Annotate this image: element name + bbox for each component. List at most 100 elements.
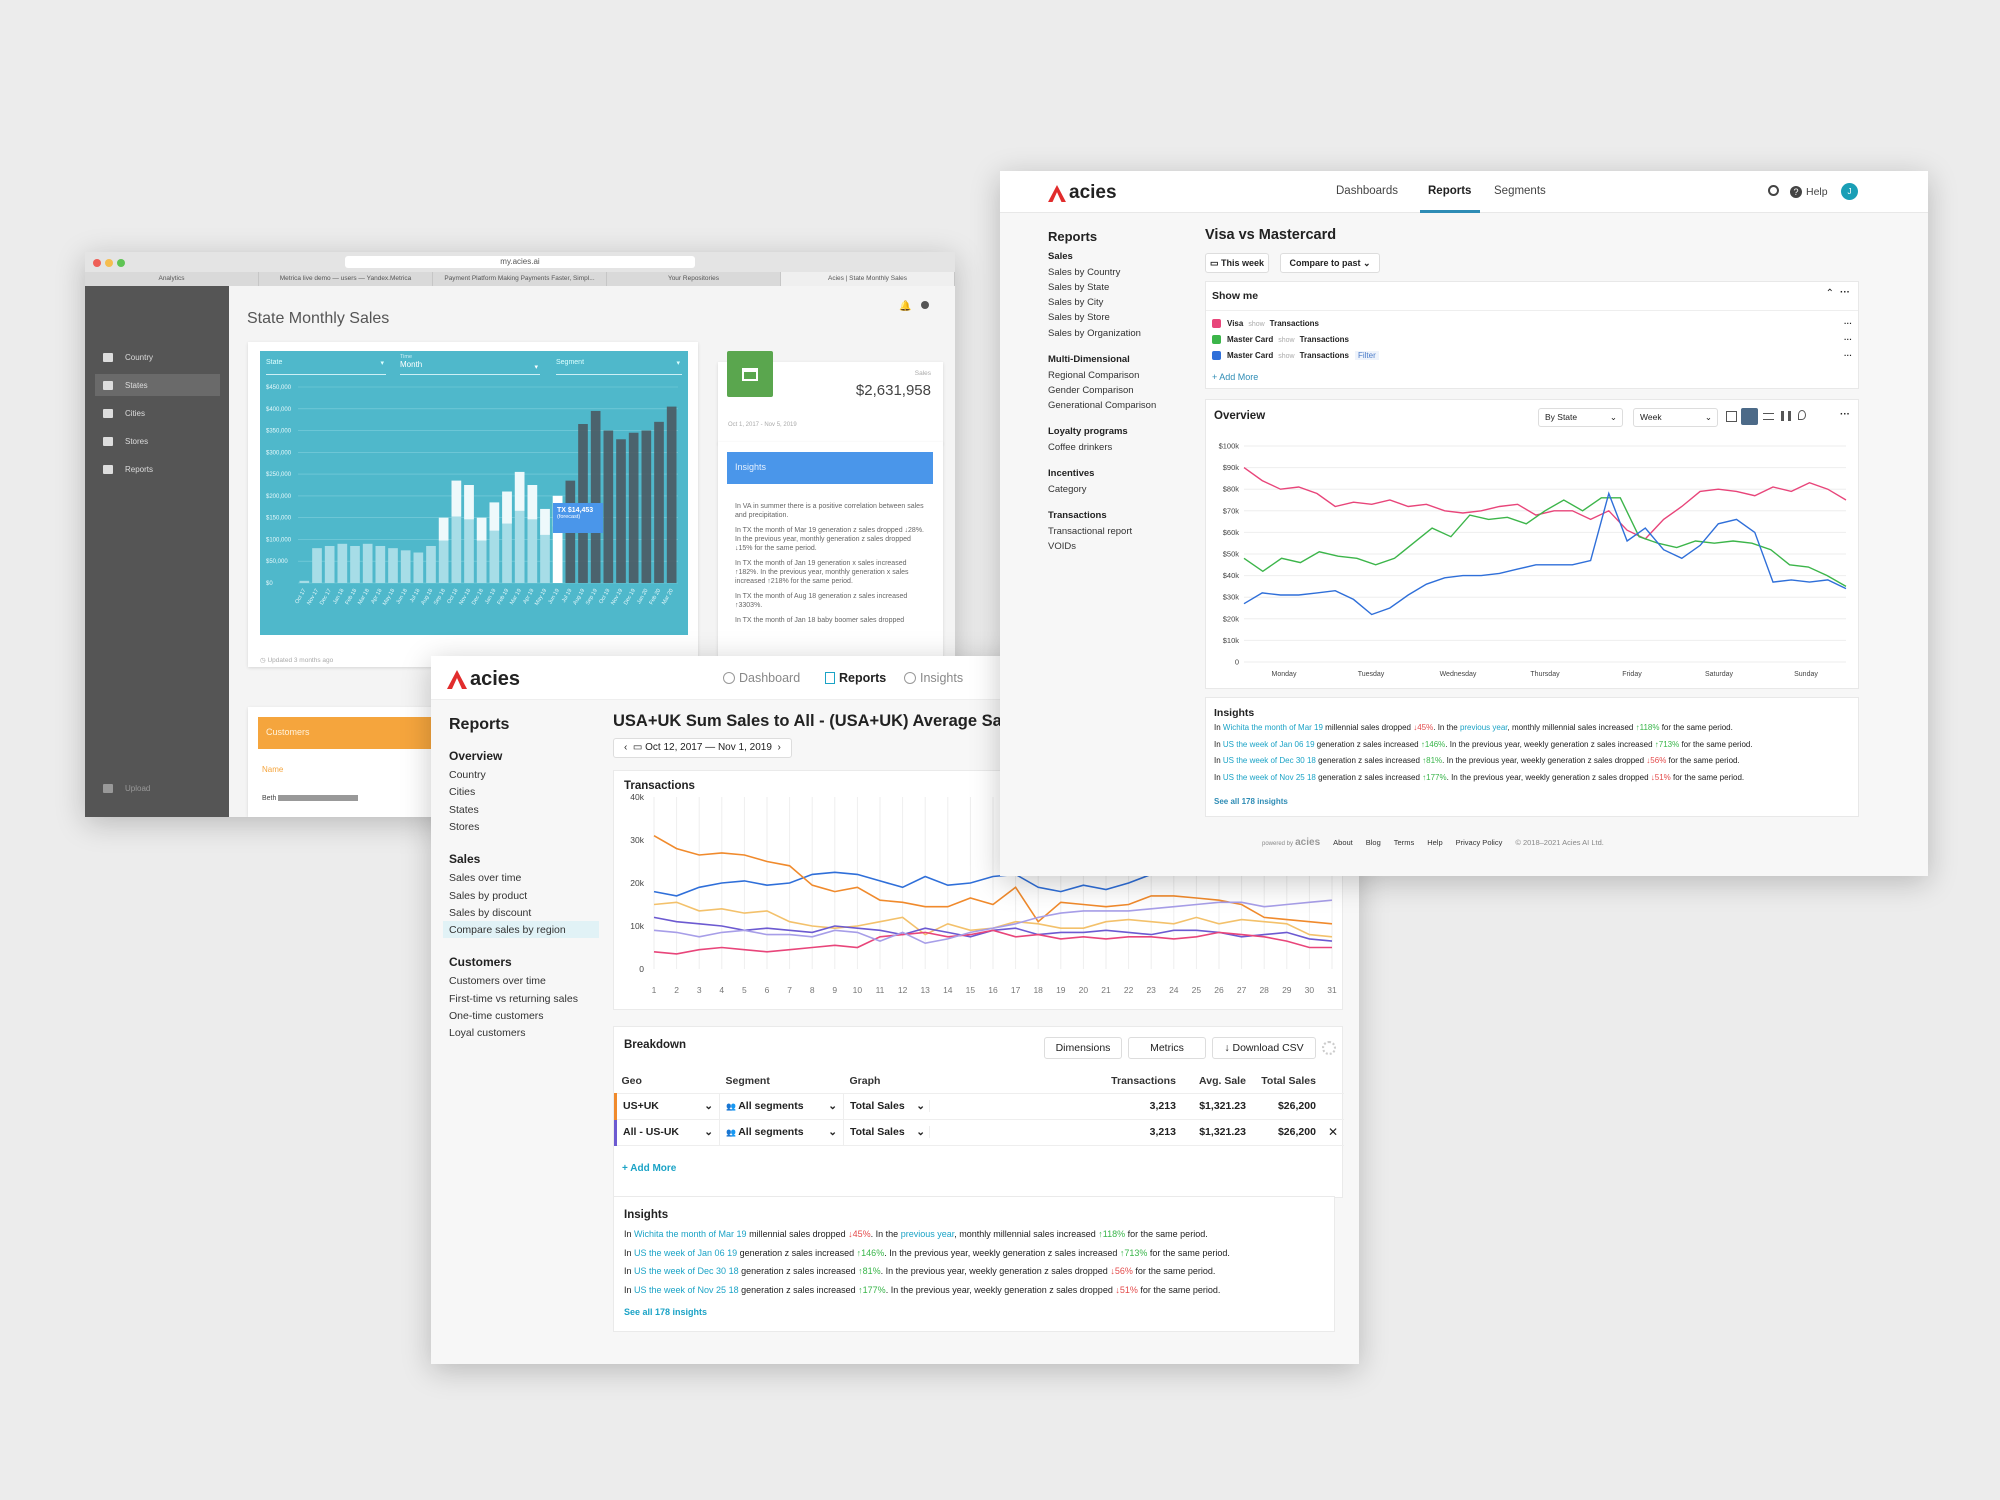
segment-select[interactable]: 👥 All segments ⌄ xyxy=(719,1093,844,1120)
bar[interactable] xyxy=(616,439,626,583)
bar[interactable] xyxy=(388,548,398,583)
sidebar-group-loyalty-programs[interactable]: Loyalty programs xyxy=(1048,426,1128,437)
acies-logo[interactable]: acies xyxy=(447,668,520,691)
browser-tab[interactable]: Acies | State Monthly Sales xyxy=(781,272,955,286)
sidebar-group-sales[interactable]: Sales xyxy=(1048,251,1073,262)
download-csv-button[interactable]: ↓ Download CSV xyxy=(1212,1037,1316,1059)
sidebar-item-transactional-report[interactable]: Transactional report xyxy=(1048,526,1132,537)
sidebar-item-coffee-drinkers[interactable]: Coffee drinkers xyxy=(1048,442,1112,453)
more-icon[interactable]: ··· xyxy=(1844,319,1852,328)
sidebar-item-cities[interactable]: Cities xyxy=(95,402,220,424)
sidebar-item-sales-by-city[interactable]: Sales by City xyxy=(1048,297,1103,308)
insight-link[interactable]: US the week of Dec 30 18 xyxy=(634,1266,739,1276)
bar[interactable] xyxy=(641,430,652,583)
sidebar-item-states[interactable]: States xyxy=(95,374,220,396)
sidebar-group-sales[interactable]: Sales xyxy=(449,852,480,866)
metric-row[interactable]: Master Card show Transactions ··· xyxy=(1212,335,1852,345)
insight-link[interactable]: US the week of Nov 25 18 xyxy=(1223,773,1316,782)
metric-row[interactable]: Visa show Transactions ··· xyxy=(1212,319,1852,329)
sidebar-group-transactions[interactable]: Transactions xyxy=(1048,510,1107,521)
filter-tag[interactable]: Filter xyxy=(1354,351,1379,360)
bar[interactable] xyxy=(299,580,310,583)
bar[interactable] xyxy=(350,545,360,583)
dimensions-button[interactable]: Dimensions xyxy=(1044,1037,1122,1059)
help-icon[interactable]: ? xyxy=(1790,186,1802,198)
footer-link-terms[interactable]: Terms xyxy=(1394,838,1414,847)
more-icon[interactable]: ··· xyxy=(1840,287,1850,298)
sidebar-item-sales-by-state[interactable]: Sales by State xyxy=(1048,282,1109,293)
geo-select[interactable]: US+UK ⌄ xyxy=(614,1093,720,1120)
graph-select[interactable]: Total Sales ⌄ xyxy=(843,1093,1044,1120)
sidebar-item-sales-by-store[interactable]: Sales by Store xyxy=(1048,312,1110,323)
insight-link[interactable]: US the week of Dec 30 18 xyxy=(1223,756,1316,765)
sidebar-item-loyal-customers[interactable]: Loyal customers xyxy=(449,1027,525,1039)
sidebar-group-multi-dimensional[interactable]: Multi-Dimensional xyxy=(1048,354,1130,365)
geo-select[interactable]: All - US-UK ⌄ xyxy=(614,1119,720,1146)
sidebar-item-compare-sales-by-region[interactable]: Compare sales by region xyxy=(449,924,566,936)
sidebar-item-states[interactable]: States xyxy=(449,804,479,816)
avatar[interactable]: J xyxy=(1841,183,1858,200)
sidebar-group-customers[interactable]: Customers xyxy=(449,955,512,969)
address-bar[interactable]: my.acies.ai xyxy=(345,256,695,268)
bar[interactable] xyxy=(337,543,348,583)
bar[interactable] xyxy=(666,406,677,583)
checkbox[interactable] xyxy=(1212,319,1221,329)
close-icon[interactable]: ✕ xyxy=(1328,1125,1338,1139)
bar[interactable] xyxy=(324,545,335,583)
gear-icon[interactable] xyxy=(1322,1041,1336,1055)
add-more-link[interactable]: + Add More xyxy=(1212,372,1258,382)
segment-select[interactable]: 👥 All segments ⌄ xyxy=(719,1119,844,1146)
insight-link[interactable]: Wichita the month of Mar 19 xyxy=(634,1229,747,1239)
footer-link-about[interactable]: About xyxy=(1333,838,1353,847)
footer-link-blog[interactable]: Blog xyxy=(1366,838,1381,847)
nav-dashboards[interactable]: Dashboards xyxy=(1336,185,1398,197)
bar[interactable] xyxy=(400,550,411,583)
bar[interactable] xyxy=(426,545,436,583)
customer-row[interactable]: Beth xyxy=(262,795,359,802)
bar[interactable] xyxy=(375,545,386,583)
footer-link-privacy-policy[interactable]: Privacy Policy xyxy=(1456,838,1503,847)
sidebar-item-stores[interactable]: Stores xyxy=(449,821,479,833)
sidebar-item-voids[interactable]: VOIDs xyxy=(1048,541,1076,552)
sidebar-item-sales-by-discount[interactable]: Sales by discount xyxy=(449,907,531,919)
browser-tab[interactable]: Metrica live demo — users — Yandex.Metri… xyxy=(259,272,433,286)
browser-tab[interactable]: Your Repositories xyxy=(607,272,781,286)
sidebar-item-sales-by-product[interactable]: Sales by product xyxy=(449,890,527,902)
graph-select[interactable]: Total Sales ⌄ xyxy=(843,1119,1044,1146)
bar[interactable] xyxy=(312,548,322,583)
sidebar-item-gender-comparison[interactable]: Gender Comparison xyxy=(1048,385,1134,396)
sidebar-item-sales-by-organization[interactable]: Sales by Organization xyxy=(1048,328,1141,339)
close-window-button[interactable] xyxy=(93,259,101,267)
browser-tab[interactable]: Payment Platform Making Payments Faster,… xyxy=(433,272,607,286)
date-range-picker[interactable]: ‹ ▭ Oct 12, 2017 — Nov 1, 2019 › xyxy=(613,738,792,758)
nav-reports[interactable]: Reports xyxy=(825,671,886,685)
see-all-insights-link[interactable]: See all 178 insights xyxy=(624,1307,707,1317)
more-icon[interactable]: ··· xyxy=(1844,351,1852,360)
help-label[interactable]: Help xyxy=(1806,186,1828,198)
bar[interactable] xyxy=(413,552,424,583)
bar[interactable] xyxy=(603,430,614,583)
nav-insights[interactable]: Insights xyxy=(904,671,963,685)
insight-link[interactable]: US the week of Jan 06 19 xyxy=(1223,740,1315,749)
zoom-window-button[interactable] xyxy=(117,259,125,267)
bar[interactable] xyxy=(654,421,664,583)
sidebar-item-one-time-customers[interactable]: One-time customers xyxy=(449,1010,544,1022)
upload-button[interactable]: Upload xyxy=(95,777,220,799)
minimize-window-button[interactable] xyxy=(105,259,113,267)
acies-logo[interactable]: acies xyxy=(1048,182,1117,204)
sidebar-item-generational-comparison[interactable]: Generational Comparison xyxy=(1048,400,1156,411)
checkbox[interactable] xyxy=(1212,351,1221,361)
search-icon[interactable] xyxy=(1768,185,1779,196)
metric-row[interactable]: Master Card show Transactions Filter ··· xyxy=(1212,351,1852,361)
insight-link[interactable]: Wichita the month of Mar 19 xyxy=(1223,723,1323,732)
sidebar-item-cities[interactable]: Cities xyxy=(449,786,475,798)
sidebar-item-country[interactable]: Country xyxy=(449,769,486,781)
insight-link[interactable]: previous year xyxy=(1460,723,1508,732)
bar[interactable] xyxy=(590,410,601,583)
browser-tab[interactable]: Analytics xyxy=(85,272,259,286)
insight-link[interactable]: US the week of Jan 06 19 xyxy=(634,1248,737,1258)
more-icon[interactable]: ··· xyxy=(1844,335,1852,344)
bar[interactable] xyxy=(362,543,373,583)
sidebar-item-customers-over-time[interactable]: Customers over time xyxy=(449,975,546,987)
this-week-button[interactable]: ▭ This week xyxy=(1205,253,1269,273)
